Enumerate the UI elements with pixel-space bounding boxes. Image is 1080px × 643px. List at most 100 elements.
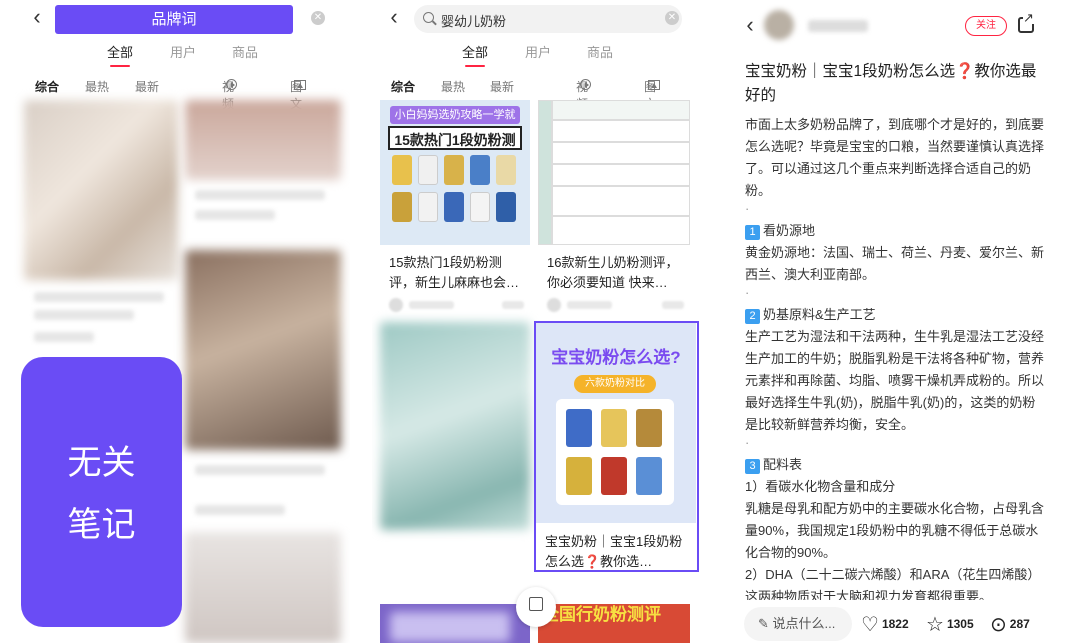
author-name[interactable] — [808, 20, 868, 32]
comment-count: 287 — [1009, 617, 1030, 631]
action-bar: ✎ 说点什么... ♡ 1822 ☆ 1305 ⊙ 287 — [728, 600, 1080, 643]
note-card-image — [538, 100, 690, 245]
note-title: 宝宝奶粉｜宝宝1段奶粉怎么选❓教你选最好的 — [745, 63, 1037, 104]
brand-search-panel: ‹ 品牌词 ✕ 全部 用户 商品 综合 最热 最新 视频 图文 无关 笔记 — [0, 0, 350, 643]
note-card-title: 15款热门1段奶粉测评，新生儿麻麻也会… — [389, 255, 520, 290]
avatar[interactable] — [764, 10, 794, 40]
milk-can-image — [392, 155, 412, 185]
note-card-title — [195, 190, 325, 200]
tab-users[interactable]: 用户 — [525, 42, 551, 61]
comment-button[interactable]: ⊙ 287 — [990, 612, 1030, 637]
milk-can-image — [470, 192, 490, 222]
table-row — [552, 142, 690, 164]
search-bar: ‹ 品牌词 ✕ — [0, 4, 350, 34]
clear-icon[interactable]: ✕ — [311, 11, 325, 25]
note-card[interactable]: 全国行奶粉测评 — [538, 604, 690, 643]
note-card[interactable] — [380, 604, 530, 643]
milk-can-image — [392, 192, 412, 222]
filter-hottest[interactable]: 最热 — [85, 78, 109, 95]
note-card-image: 小白妈妈选奶攻略一学就会 15款热门1段奶粉测评 — [380, 100, 530, 245]
note-card-image — [390, 612, 510, 642]
tab-all[interactable]: 全部 — [462, 42, 488, 61]
tab-users[interactable]: 用户 — [170, 42, 196, 61]
note-card-image[interactable] — [24, 100, 178, 280]
filter-image-text[interactable]: 图文 — [644, 78, 660, 111]
table-row — [552, 120, 690, 142]
filter-newest[interactable]: 最新 — [135, 78, 159, 95]
filter-comprehensive[interactable]: 综合 — [35, 78, 59, 95]
note-content: 宝宝奶粉｜宝宝1段奶粉怎么选❓教你选最好的 市面上太多奶粉品牌了，到底哪个才是好… — [745, 60, 1045, 643]
section-body: 黄金奶源地：法国、瑞士、荷兰、丹麦、爱尔兰、新西兰、澳大利亚南部。 — [745, 245, 1045, 282]
search-input[interactable]: 婴幼儿奶粉 — [414, 5, 682, 33]
section-heading-text: 看奶源地 — [763, 223, 816, 238]
filter-comprehensive[interactable]: 综合 — [391, 78, 415, 95]
filter-image-text[interactable]: 图文 — [290, 78, 306, 111]
table-row — [552, 164, 690, 186]
note-card-title — [34, 292, 164, 302]
note-card-image[interactable] — [185, 250, 341, 450]
like-button[interactable]: ♡ 1822 — [861, 612, 909, 637]
image-icon — [648, 80, 660, 90]
image-icon — [294, 80, 306, 90]
search-tabs: 全部 用户 商品 — [0, 42, 350, 66]
clear-icon[interactable]: ✕ — [665, 11, 679, 25]
follow-button[interactable]: 关注 — [965, 16, 1007, 36]
note-card-title — [195, 465, 325, 475]
milk-can-image — [444, 155, 464, 185]
search-icon — [423, 12, 434, 23]
note-detail-panel: ‹ 关注 宝宝奶粉｜宝宝1段奶粉怎么选❓教你选最好的 市面上太多奶粉品牌了，到底… — [728, 0, 1080, 643]
star-icon: ☆ — [926, 614, 944, 636]
star-count: 1305 — [946, 617, 974, 631]
tab-products[interactable]: 商品 — [232, 42, 258, 61]
collect-button[interactable]: ☆ 1305 — [926, 612, 974, 637]
back-button[interactable]: ‹ — [27, 6, 47, 30]
avatar — [547, 298, 561, 312]
play-icon — [226, 79, 237, 90]
section-body: 生产工艺为湿法和干法两种，生牛乳是湿法工艺没经生产加工的牛奶；脱脂乳粉是干法将各… — [745, 329, 1045, 432]
milk-can-image — [496, 155, 516, 185]
comment-input[interactable]: ✎ 说点什么... — [744, 607, 852, 641]
separator-dot: · — [745, 435, 750, 450]
filter-hottest[interactable]: 最热 — [441, 78, 465, 95]
overlay-line: 无关 — [67, 444, 136, 482]
note-card[interactable]: 16款新生儿奶粉测评，你必须要知道 快来… — [538, 100, 690, 316]
comment-bubble-icon: ⊙ — [990, 614, 1007, 636]
filter-video[interactable]: 视频 — [576, 78, 591, 111]
milk-can-image — [496, 192, 516, 222]
note-card[interactable] — [380, 322, 530, 532]
back-button[interactable]: ‹ — [384, 6, 404, 30]
section-heading: 3 配料表 — [745, 454, 1045, 476]
overlay-line: 笔记 — [67, 506, 136, 544]
note-intro: 市面上太多奶粉品牌了，到底哪个才是好的，到底要怎么选呢？毕竟是宝宝的口粮，当然要… — [745, 117, 1045, 198]
search-bar: ‹ 婴幼儿奶粉 ✕ — [372, 4, 710, 33]
filter-video[interactable]: 视频 — [222, 78, 237, 111]
note-card-image[interactable] — [185, 100, 341, 180]
milk-can-image — [470, 155, 490, 185]
tab-all[interactable]: 全部 — [107, 42, 133, 61]
avatar — [389, 298, 403, 312]
filter-newest[interactable]: 最新 — [490, 78, 514, 95]
section-heading-text: 配料表 — [763, 457, 803, 472]
share-icon[interactable] — [1018, 11, 1034, 33]
heart-icon: ♡ — [861, 614, 879, 636]
note-card-meta — [389, 298, 524, 312]
note-card-meta — [195, 505, 285, 515]
number-badge-icon: 1 — [745, 225, 760, 240]
share-button[interactable] — [516, 587, 556, 627]
note-card-image — [380, 322, 530, 530]
irrelevant-notes-label: 无关 笔记 — [21, 357, 182, 627]
milk-can-image — [444, 192, 464, 222]
table-column — [538, 100, 552, 245]
table-row — [552, 100, 690, 120]
search-input[interactable]: 品牌词 — [55, 5, 293, 34]
separator-dot: · — [745, 201, 750, 216]
filter-row: 综合 最热 最新 视频 图文 — [0, 78, 350, 111]
back-button[interactable]: ‹ — [740, 14, 760, 38]
number-badge-icon: 2 — [745, 309, 760, 324]
highlight-frame — [534, 321, 699, 572]
section-heading: 2 奶基原料&生产工艺 — [745, 304, 1045, 326]
note-card[interactable]: 小白妈妈选奶攻略一学就会 15款热门1段奶粉测评 15款热门1段奶粉测评，新生儿… — [380, 100, 530, 316]
note-card-image[interactable] — [185, 532, 341, 643]
tab-products[interactable]: 商品 — [587, 42, 613, 61]
milk-can-image — [418, 155, 438, 185]
